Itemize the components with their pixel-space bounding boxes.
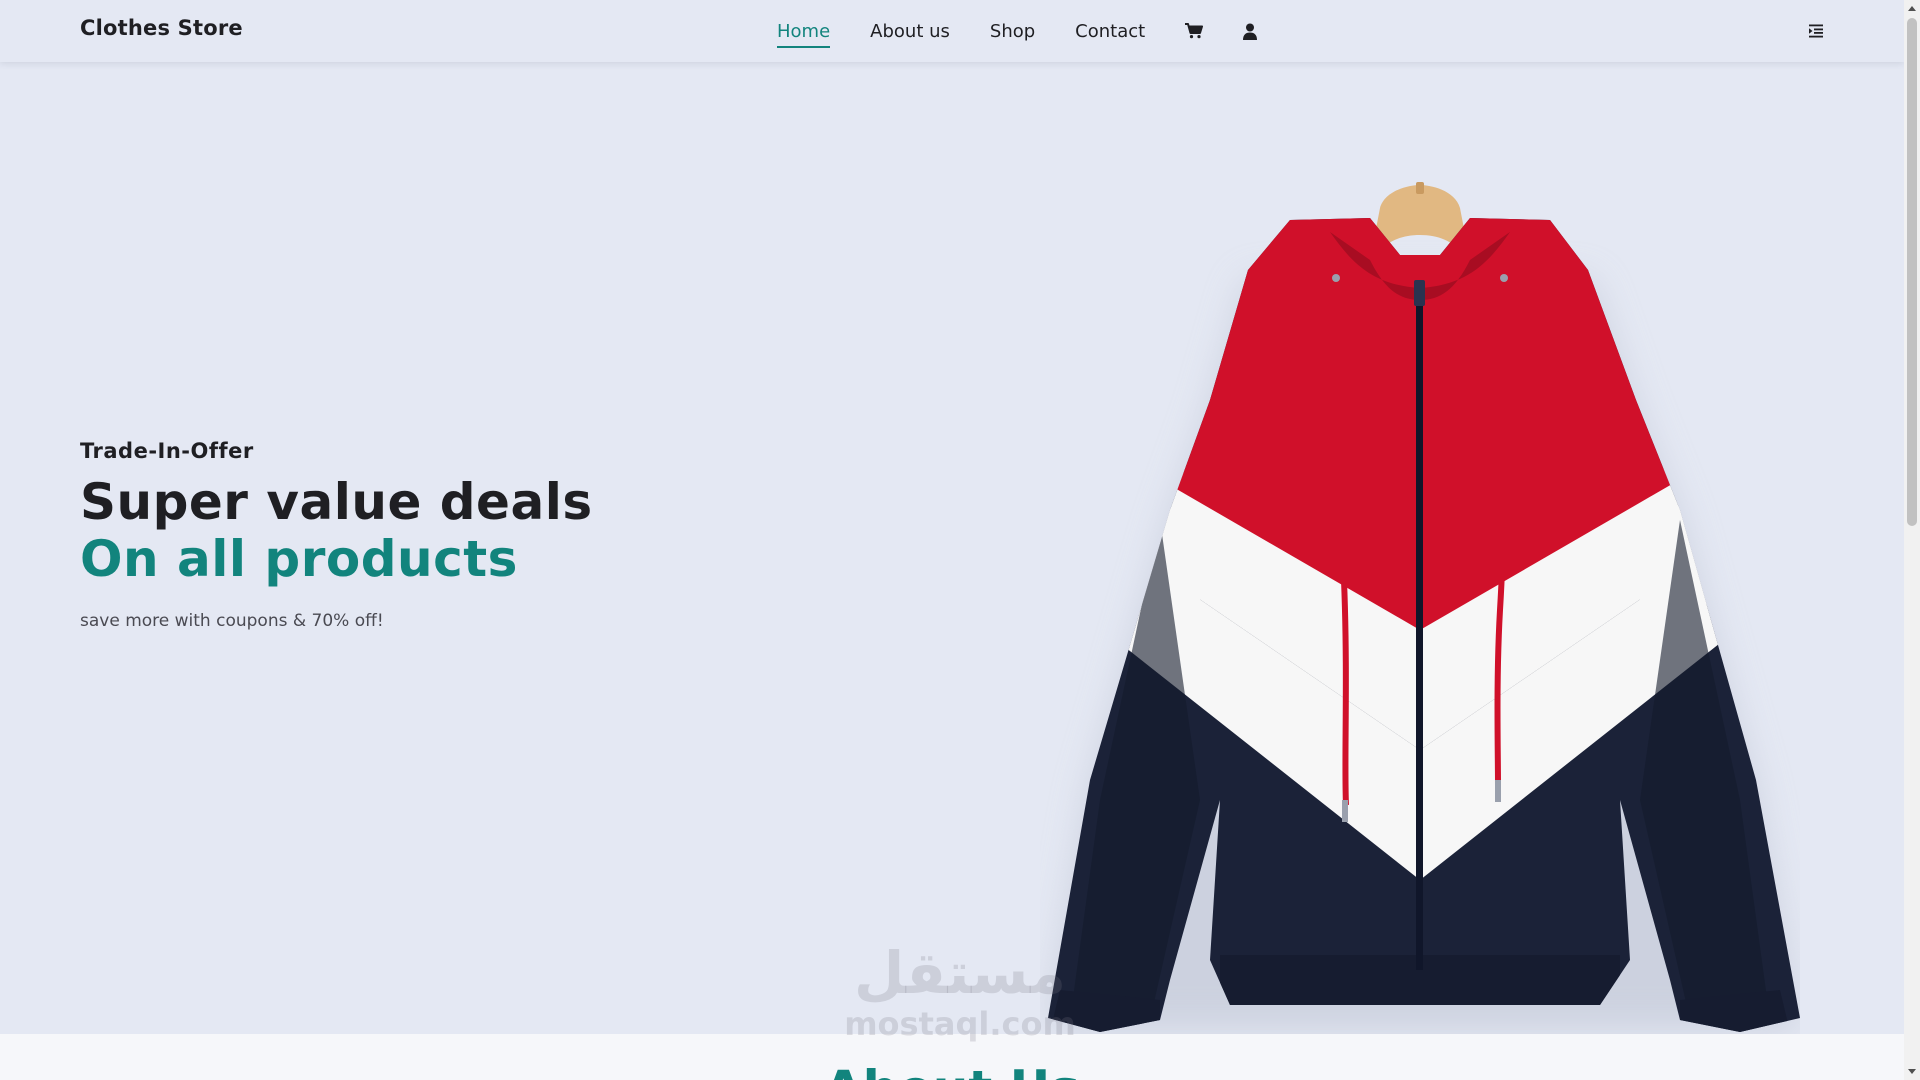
site-header: Clothes Store Home About us Shop Contact <box>0 0 1904 62</box>
nav-about-us[interactable]: About us <box>870 21 950 42</box>
brand-logo[interactable]: Clothes Store <box>80 16 243 40</box>
cart-icon[interactable] <box>1185 22 1204 40</box>
hero-tagline: save more with coupons & 70% off! <box>80 611 384 631</box>
about-section: About Us <box>0 1034 1904 1080</box>
hero-headline: Super value deals <box>80 473 593 531</box>
page: Clothes Store Home About us Shop Contact <box>0 0 1920 1080</box>
nav-shop[interactable]: Shop <box>990 21 1035 42</box>
nav-home[interactable]: Home <box>777 21 831 48</box>
scroll-thumb[interactable] <box>1907 18 1917 526</box>
hero-subheadline: On all products <box>80 530 518 588</box>
page-scrollbar[interactable] <box>1904 0 1920 1080</box>
menu-indent-icon[interactable] <box>1806 21 1826 41</box>
nav-contact[interactable]: Contact <box>1075 21 1145 42</box>
offer-label: Trade-In-Offer <box>80 439 254 463</box>
scroll-down-arrow-icon[interactable] <box>1908 1069 1916 1074</box>
main-nav: Home About us Shop Contact <box>777 0 1297 62</box>
about-title: About Us <box>0 1060 1904 1080</box>
user-icon[interactable] <box>1241 22 1259 40</box>
product-jacket-image <box>1040 160 1800 1034</box>
scroll-up-arrow-icon[interactable] <box>1908 6 1916 11</box>
